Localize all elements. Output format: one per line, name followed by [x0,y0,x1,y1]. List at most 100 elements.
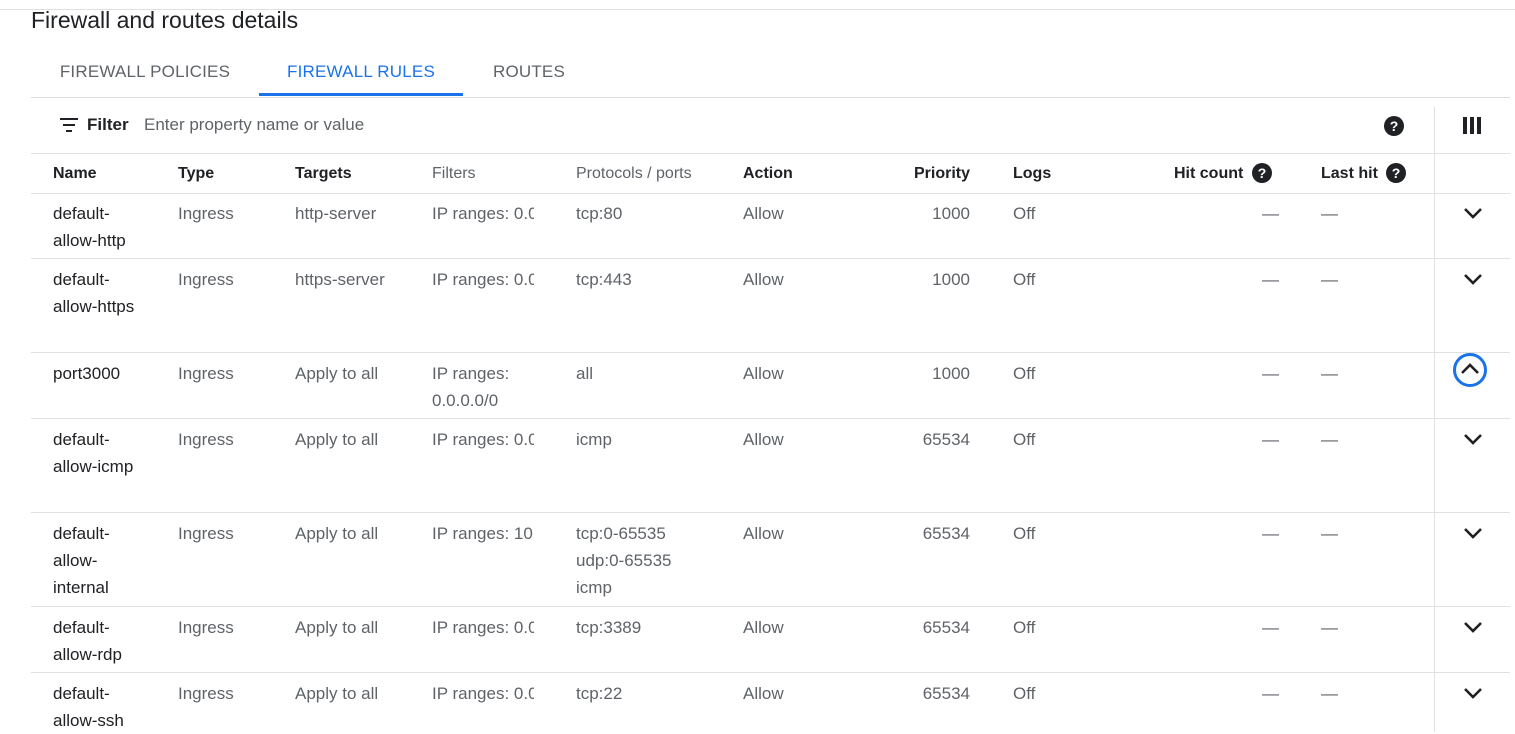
filter-list-icon[interactable] [60,118,78,132]
header-action[interactable]: Action [743,165,793,183]
cell-type: Ingress [178,364,234,383]
filter-bar: Filter ? [31,98,1510,153]
cell-filters: IP ranges: 0.0.0.0/0 [432,684,534,703]
cell-filters: IP ranges: 10.128.0.0/9 [432,524,534,543]
help-icon[interactable]: ? [1252,163,1272,183]
cell-logs: Off [1013,684,1036,703]
help-icon[interactable]: ? [1386,163,1406,183]
cell-protocols: icmp [576,430,612,449]
cell-last-hit: — [1321,524,1338,543]
cell-protocols: tcp:0-65535 udp:0-65535 icmp [576,524,672,597]
chevron-down-icon[interactable] [1459,519,1487,547]
cell-logs: Off [1013,204,1036,223]
chevron-down-icon[interactable] [1459,265,1487,293]
cell-last-hit: — [1321,204,1338,223]
cell-action: Allow [743,684,784,703]
cell-last-hit: — [1321,618,1338,637]
cell-type: Ingress [178,684,234,703]
cell-action: Allow [743,430,784,449]
cell-action: Allow [743,618,784,637]
cell-hit-count: — [1262,364,1279,383]
cell-filters: IP ranges: 0.0.0.0/0 [432,430,534,449]
chevron-down-icon[interactable] [1459,679,1487,707]
header-targets[interactable]: Targets [295,165,352,183]
cell-targets: https-server [295,270,385,289]
cell-targets: Apply to all [295,364,379,383]
table-row: port3000 Ingress Apply to all IP ranges:… [31,353,1510,419]
chevron-down-icon[interactable] [1459,199,1487,227]
cell-last-hit: — [1321,684,1338,703]
help-icon[interactable]: ? [1384,116,1404,136]
cell-type: Ingress [178,524,234,543]
header-filters: Filters [432,165,476,182]
cell-filters: IP ranges: 0.0.0.0/0 [432,618,534,637]
cell-hit-count: — [1262,618,1279,637]
cell-action: Allow [743,204,784,223]
header-priority[interactable]: Priority [911,165,970,183]
cell-last-hit: — [1321,270,1338,289]
header-type[interactable]: Type [178,165,214,183]
page-title: Firewall and routes details [31,7,299,33]
cell-hit-count: — [1262,524,1279,543]
cell-hit-count: — [1262,684,1279,703]
table-row: default-allow-ssh Ingress Apply to all I… [31,673,1510,732]
cell-name[interactable]: port3000 [53,360,148,387]
cell-protocols: tcp:3389 [576,618,642,637]
cell-logs: Off [1013,524,1036,543]
header-logs[interactable]: Logs [1013,165,1051,183]
cell-filters: IP ranges: 0.0.0.0/0 [432,270,534,289]
cell-name[interactable]: default-allow-ssh [53,680,148,734]
header-hit-count[interactable]: Hit count [1174,165,1243,183]
header-name[interactable]: Name [53,165,97,183]
cell-priority: 1000 [932,204,970,223]
filter-input[interactable] [144,111,744,139]
cell-targets: Apply to all [295,684,379,703]
cell-hit-count: — [1262,204,1279,223]
chevron-down-icon[interactable] [1459,425,1487,453]
cell-protocols: tcp:443 [576,270,632,289]
cell-name[interactable]: default-allow-http [53,200,148,254]
cell-targets: Apply to all [295,618,379,637]
cell-name[interactable]: default-allow-icmp [53,426,148,480]
tab-bar: FIREWALL POLICIES FIREWALL RULES ROUTES [31,50,1510,98]
cell-filters: IP ranges: 0.0.0.0/0 [432,364,510,410]
cell-priority: 65534 [922,430,970,449]
cell-protocols: tcp:22 [576,684,623,703]
cell-action: Allow [743,364,784,383]
chevron-up-icon[interactable] [1453,353,1487,387]
cell-type: Ingress [178,270,234,289]
tab-routes[interactable]: ROUTES [463,50,595,96]
cell-protocols: all [576,364,594,383]
tab-firewall-policies[interactable]: FIREWALL POLICIES [31,50,259,96]
cell-type: Ingress [178,204,234,223]
cell-action: Allow [743,524,784,543]
header-protocols: Protocols / ports [576,165,692,182]
cell-type: Ingress [178,618,234,637]
cell-logs: Off [1013,270,1036,289]
cell-logs: Off [1013,430,1036,449]
table-row: default-allow-internal Ingress Apply to … [31,513,1510,607]
column-display-icon[interactable] [1463,117,1481,134]
chevron-down-icon[interactable] [1459,613,1487,641]
cell-protocols: tcp:80 [576,204,623,223]
cell-last-hit: — [1321,430,1338,449]
cell-filters: IP ranges: 0.0.0.0/0 [432,204,534,223]
tab-firewall-rules[interactable]: FIREWALL RULES [259,50,463,96]
cell-priority: 1000 [932,270,970,289]
cell-name[interactable]: default-allow-rdp [53,614,148,668]
cell-priority: 65534 [922,524,970,543]
cell-logs: Off [1013,618,1036,637]
cell-name[interactable]: default-allow-internal [53,520,148,601]
cell-targets: http-server [295,204,377,223]
cell-logs: Off [1013,364,1036,383]
cell-targets: Apply to all [295,430,379,449]
table-row: default-allow-http Ingress http-server I… [31,193,1510,259]
cell-name[interactable]: default-allow-https [53,266,148,320]
cell-priority: 1000 [932,364,970,383]
filter-label[interactable]: Filter [87,115,129,135]
cell-priority: 65534 [922,684,970,703]
table-row: default-allow-rdp Ingress Apply to all I… [31,607,1510,673]
cell-hit-count: — [1262,270,1279,289]
cell-targets: Apply to all [295,524,379,543]
header-last-hit[interactable]: Last hit [1321,165,1378,183]
